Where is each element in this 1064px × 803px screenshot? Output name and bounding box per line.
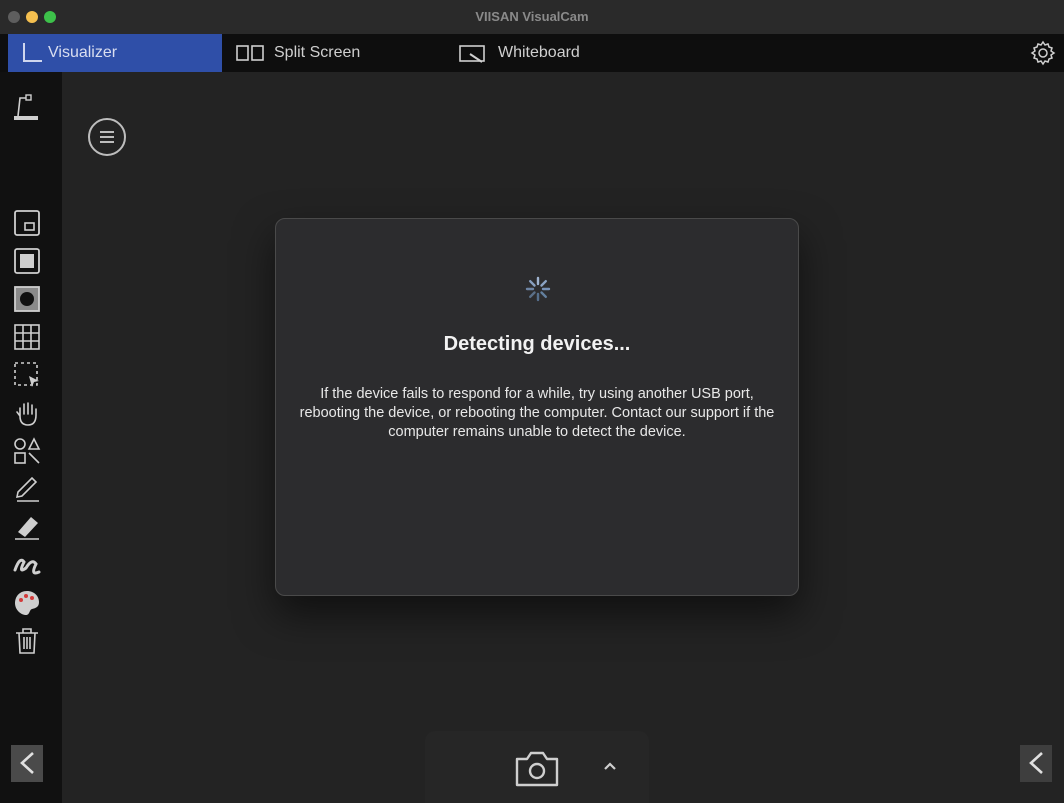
tab-visualizer-label: Visualizer bbox=[48, 44, 118, 61]
picture-in-picture-icon[interactable] bbox=[12, 208, 42, 238]
eraser-icon[interactable] bbox=[12, 512, 42, 542]
loading-spinner-icon bbox=[524, 275, 552, 303]
dialog-title: Detecting devices... bbox=[443, 333, 631, 355]
palette-icon[interactable] bbox=[12, 588, 42, 618]
window-title: VIISAN VisualCam bbox=[475, 9, 589, 24]
shapes-icon[interactable] bbox=[12, 436, 42, 466]
title-bar: VIISAN VisualCam bbox=[0, 0, 1064, 34]
tab-split-screen-label: Split Screen bbox=[274, 44, 361, 61]
whiteboard-icon bbox=[458, 42, 498, 64]
capture-camera-icon[interactable] bbox=[513, 749, 561, 789]
menu-button[interactable] bbox=[88, 118, 126, 156]
spotlight-icon[interactable] bbox=[12, 284, 42, 314]
chevron-up-icon[interactable] bbox=[601, 759, 619, 773]
visualizer-icon bbox=[14, 41, 48, 65]
dialog-message: If the device fails to respond for a whi… bbox=[299, 386, 775, 440]
left-toolbar bbox=[0, 72, 62, 803]
tab-whiteboard-label: Whiteboard bbox=[498, 44, 580, 61]
detecting-devices-dialog: Detecting devices... If the device fails… bbox=[275, 218, 799, 596]
chevron-left-icon bbox=[20, 752, 34, 774]
mode-tab-bar: Visualizer Split Screen Whiteboard bbox=[0, 34, 1064, 72]
trash-icon[interactable] bbox=[12, 626, 42, 656]
split-screen-icon bbox=[236, 43, 274, 63]
collapse-left-toolbar-button[interactable] bbox=[11, 745, 43, 782]
marker-icon[interactable] bbox=[12, 550, 42, 580]
fullscreen-icon[interactable] bbox=[12, 246, 42, 276]
chevron-left-icon bbox=[1029, 752, 1043, 774]
hand-icon[interactable] bbox=[12, 398, 42, 428]
pen-icon[interactable] bbox=[12, 474, 42, 504]
document-camera-icon[interactable] bbox=[12, 92, 42, 122]
grid-icon[interactable] bbox=[12, 322, 42, 352]
capture-bar bbox=[425, 731, 649, 803]
expand-right-panel-button[interactable] bbox=[1020, 745, 1052, 782]
tab-split-screen[interactable]: Split Screen bbox=[236, 34, 436, 72]
tab-whiteboard[interactable]: Whiteboard bbox=[458, 34, 658, 72]
tab-visualizer[interactable]: Visualizer bbox=[8, 34, 222, 72]
select-icon[interactable] bbox=[12, 360, 42, 390]
settings-gear-icon[interactable] bbox=[1030, 40, 1056, 66]
